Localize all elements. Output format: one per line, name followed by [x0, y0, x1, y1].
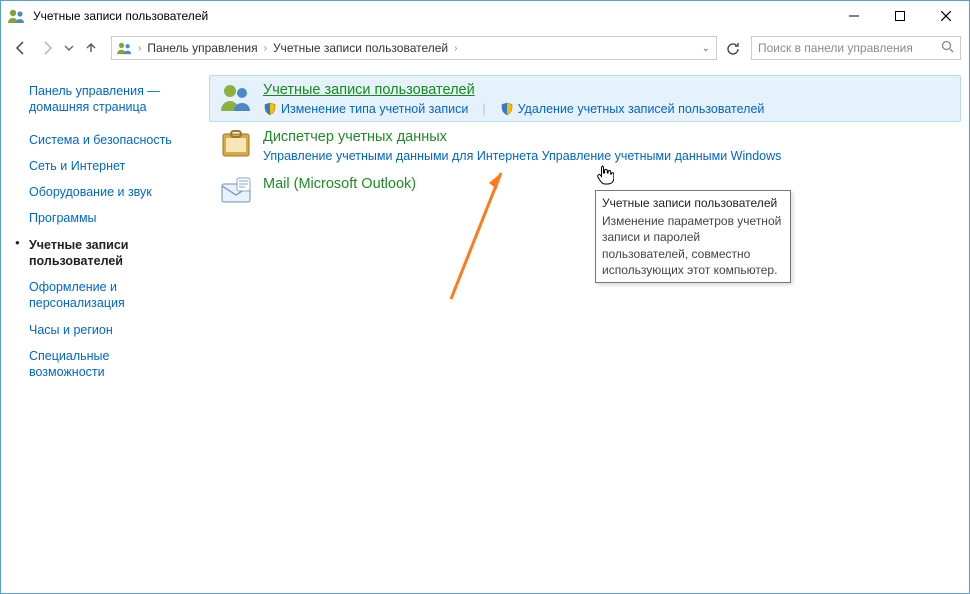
chevron-right-icon[interactable]: ›: [264, 43, 267, 54]
sidebar-item-clock[interactable]: Часы и регион: [29, 322, 185, 338]
recent-locations-button[interactable]: [61, 36, 77, 60]
back-button[interactable]: [9, 36, 33, 60]
minimize-button[interactable]: [831, 1, 877, 31]
search-icon[interactable]: [941, 40, 954, 56]
group-mail: Mail (Microsoft Outlook): [209, 169, 961, 215]
cursor-icon: [596, 164, 614, 186]
refresh-button[interactable]: [721, 36, 745, 60]
body: Панель управления — домашняя страница Си…: [1, 65, 969, 593]
credential-manager-icon: [219, 128, 253, 162]
link-manage-credentials[interactable]: Управление учетными данными для Интернет…: [263, 149, 781, 163]
sublink-label: Удаление учетных записей пользователей: [518, 102, 765, 116]
close-button[interactable]: [923, 1, 969, 31]
chevron-right-icon[interactable]: ›: [138, 43, 141, 54]
user-accounts-icon: [7, 8, 27, 24]
tooltip: Учетные записи пользователей Изменение п…: [595, 190, 791, 283]
chevron-down-icon[interactable]: ⌄: [700, 43, 712, 54]
user-accounts-icon: [219, 81, 253, 115]
content-area: Учетные записи пользователей Изменение т…: [201, 65, 969, 593]
sidebar: Панель управления — домашняя страница Си…: [1, 65, 201, 593]
sidebar-home[interactable]: Панель управления — домашняя страница: [29, 83, 185, 116]
shield-icon: [500, 102, 514, 116]
sidebar-item-accessibility[interactable]: Специальные возможности: [29, 348, 185, 381]
mail-icon: [219, 175, 253, 209]
link-credential-manager[interactable]: Диспетчер учетных данных: [263, 129, 447, 145]
group-credential-manager: Диспетчер учетных данных Управление учет…: [209, 122, 961, 169]
navbar: › Панель управления › Учетные записи пол…: [1, 31, 969, 65]
breadcrumb-root[interactable]: Панель управления: [145, 41, 259, 55]
divider: |: [482, 102, 485, 116]
tooltip-heading: Учетные записи пользователей: [602, 195, 784, 211]
search-input[interactable]: [758, 41, 937, 55]
maximize-button[interactable]: [877, 1, 923, 31]
control-panel-window: Учетные записи пользователей: [0, 0, 970, 594]
search-box[interactable]: [751, 36, 961, 60]
sublink-label: Изменение типа учетной записи: [281, 102, 468, 116]
sidebar-item-appearance[interactable]: Оформление и персонализация: [29, 279, 185, 312]
up-button[interactable]: [79, 36, 103, 60]
link-user-accounts[interactable]: Учетные записи пользователей: [263, 82, 475, 98]
sidebar-item-system[interactable]: Система и безопасность: [29, 132, 185, 148]
sidebar-item-network[interactable]: Сеть и Интернет: [29, 158, 185, 174]
window-controls: [831, 1, 969, 31]
forward-button[interactable]: [35, 36, 59, 60]
chevron-right-icon[interactable]: ›: [454, 43, 457, 54]
window-title: Учетные записи пользователей: [33, 9, 831, 23]
sidebar-item-programs[interactable]: Программы: [29, 210, 185, 226]
link-change-account-type[interactable]: Изменение типа учетной записи: [263, 102, 468, 116]
breadcrumb-current[interactable]: Учетные записи пользователей: [271, 41, 450, 55]
user-accounts-icon: [116, 40, 134, 56]
tooltip-body: Изменение параметров учетной записи и па…: [602, 213, 784, 278]
sidebar-item-users[interactable]: Учетные записи пользователей: [29, 237, 185, 270]
group-user-accounts: Учетные записи пользователей Изменение т…: [209, 75, 961, 122]
sidebar-item-hardware[interactable]: Оборудование и звук: [29, 184, 185, 200]
titlebar: Учетные записи пользователей: [1, 1, 969, 31]
link-delete-accounts[interactable]: Удаление учетных записей пользователей: [500, 102, 765, 116]
shield-icon: [263, 102, 277, 116]
address-bar[interactable]: › Панель управления › Учетные записи пол…: [111, 36, 717, 60]
link-mail-outlook[interactable]: Mail (Microsoft Outlook): [263, 176, 416, 192]
